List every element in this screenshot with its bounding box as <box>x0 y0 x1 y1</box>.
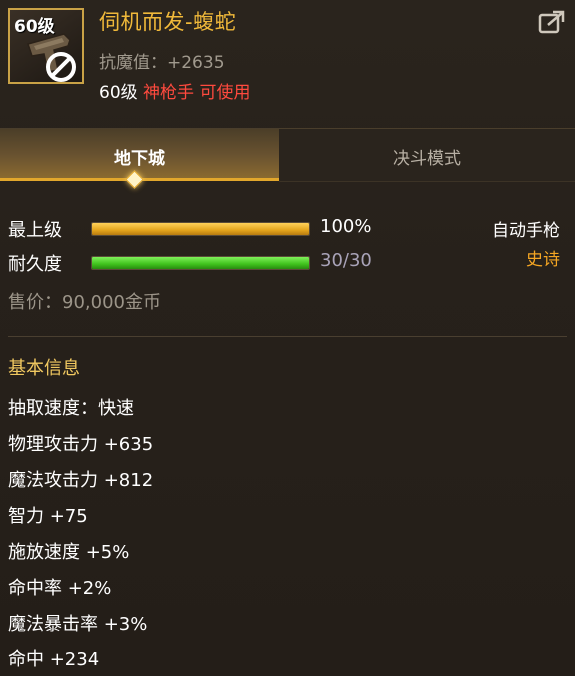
item-icon[interactable]: 60级 <box>8 8 84 84</box>
grade-value: 100% <box>320 216 372 237</box>
tab-duel[interactable]: 决斗模式 <box>279 129 575 182</box>
mode-tabs: 地下城 决斗模式 <box>0 128 575 189</box>
attribute-line: 施放速度 +5% <box>8 542 130 563</box>
attribute-line: 智力 +75 <box>8 506 88 527</box>
grade-label: 最上级 <box>8 220 62 241</box>
tab-duel-label: 决斗模式 <box>393 149 461 169</box>
item-tooltip-panel: 60级 伺机而发-蝮蛇 抗魔值：+2635 60级 神枪手 可使用 地下城 决斗… <box>0 0 575 676</box>
section-divider <box>8 336 567 337</box>
no-use-icon <box>46 52 76 82</box>
tab-dungeon[interactable]: 地下城 <box>0 129 279 189</box>
durability-label: 耐久度 <box>8 254 62 275</box>
attribute-line: 物理攻击力 +635 <box>8 434 154 455</box>
rarity-label: 史诗 <box>526 250 560 270</box>
attribute-line: 命中率 +2% <box>8 578 112 599</box>
share-icon[interactable] <box>538 9 566 35</box>
required-level: 60级 <box>99 83 138 103</box>
item-name: 伺机而发-蝮蛇 <box>99 10 237 34</box>
sell-price: 售价：90,000金币 <box>8 292 161 313</box>
active-tab-marker <box>125 170 144 189</box>
durability-bar <box>91 256 310 270</box>
tab-dungeon-label: 地下城 <box>114 149 165 169</box>
weapon-type: 自动手枪 <box>492 221 560 241</box>
item-requirement: 60级 神枪手 可使用 <box>99 78 250 103</box>
grade-bar <box>91 222 310 236</box>
item-stat-line: 抗魔值：+2635 <box>99 53 225 73</box>
attribute-line: 命中 +234 <box>8 649 100 670</box>
grade-bar-fill <box>92 223 309 235</box>
attribute-line: 魔法暴击率 +3% <box>8 614 148 635</box>
basic-info-title: 基本信息 <box>8 358 80 379</box>
attribute-line: 抽取速度：快速 <box>8 398 134 419</box>
required-class: 神枪手 可使用 <box>143 83 251 103</box>
durability-value: 30/30 <box>320 250 372 271</box>
durability-bar-fill <box>92 257 309 269</box>
attribute-line: 魔法攻击力 +812 <box>8 470 154 491</box>
